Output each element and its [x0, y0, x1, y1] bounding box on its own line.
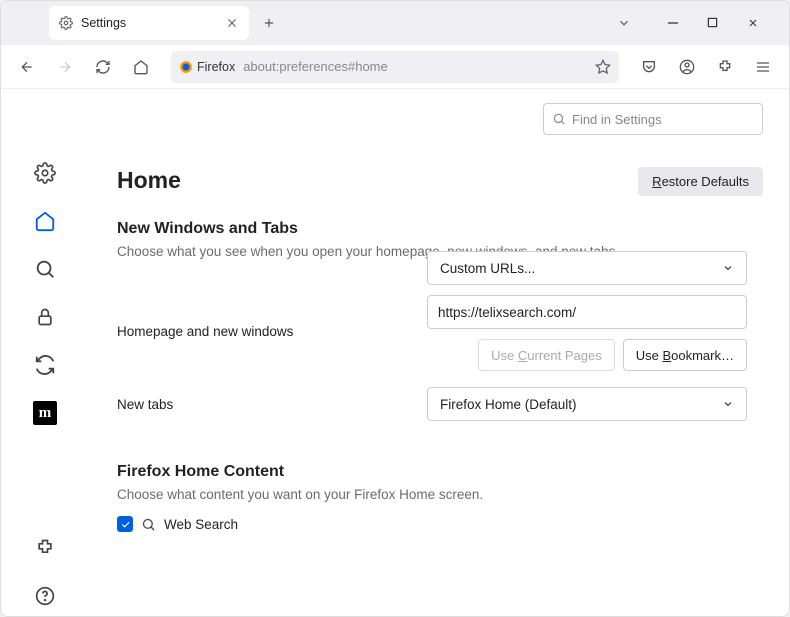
browser-tab[interactable]: Settings	[49, 6, 249, 40]
settings-sidebar: m	[1, 89, 89, 616]
section-home-content-desc: Choose what content you want on your Fir…	[117, 487, 763, 502]
sidebar-privacy[interactable]	[25, 297, 65, 337]
chevron-down-icon	[722, 398, 734, 410]
menu-button[interactable]	[747, 51, 779, 83]
maximize-button[interactable]	[707, 17, 727, 29]
home-button[interactable]	[125, 51, 157, 83]
back-button[interactable]	[11, 51, 43, 83]
gear-icon	[59, 16, 73, 30]
settings-main: Find in Settings Home Restore Defaults N…	[89, 89, 789, 616]
sidebar-extensions[interactable]	[25, 528, 65, 568]
url-text: about:preferences#home	[243, 59, 587, 74]
close-button[interactable]	[747, 17, 767, 29]
extensions-button[interactable]	[709, 51, 741, 83]
forward-button[interactable]	[49, 51, 81, 83]
firefox-logo-icon	[179, 60, 193, 74]
use-current-pages-button[interactable]: Use Current Pages	[478, 339, 615, 371]
section-home-content-title: Firefox Home Content	[117, 463, 763, 481]
titlebar: Settings	[1, 1, 789, 45]
app-window: Settings Firefox about:preferences#home	[0, 0, 790, 617]
url-bar[interactable]: Firefox about:preferences#home	[171, 51, 619, 83]
badge-text: Firefox	[197, 60, 235, 74]
tabs-dropdown[interactable]	[617, 16, 647, 30]
bookmark-star-icon[interactable]	[595, 59, 611, 75]
homepage-mode-select[interactable]: Custom URLs...	[427, 251, 747, 285]
chevron-down-icon	[722, 262, 734, 274]
sidebar-home[interactable]	[25, 201, 65, 241]
toolbar: Firefox about:preferences#home	[1, 45, 789, 89]
homepage-url-input[interactable]	[427, 295, 747, 329]
section-new-windows-title: New Windows and Tabs	[117, 220, 763, 238]
find-settings-input[interactable]: Find in Settings	[543, 103, 763, 135]
close-icon[interactable]	[225, 16, 239, 30]
sidebar-sync[interactable]	[25, 345, 65, 385]
new-tab-button[interactable]	[255, 9, 283, 37]
find-placeholder: Find in Settings	[572, 112, 662, 127]
homepage-mode-value: Custom URLs...	[440, 261, 535, 276]
tab-title: Settings	[81, 16, 217, 30]
newtabs-value: Firefox Home (Default)	[440, 397, 577, 412]
m-icon: m	[33, 401, 57, 425]
sidebar-search[interactable]	[25, 249, 65, 289]
account-button[interactable]	[671, 51, 703, 83]
search-icon	[552, 112, 566, 126]
newtabs-select[interactable]: Firefox Home (Default)	[427, 387, 747, 421]
web-search-label: Web Search	[164, 517, 238, 532]
restore-defaults-button[interactable]: Restore Defaults	[638, 167, 763, 196]
web-search-checkbox[interactable]	[117, 516, 133, 532]
window-controls	[667, 17, 783, 29]
use-bookmark-button[interactable]: Use Bookmark…	[623, 339, 747, 371]
search-icon	[141, 517, 156, 532]
check-icon	[120, 519, 131, 530]
reload-button[interactable]	[87, 51, 119, 83]
minimize-button[interactable]	[667, 17, 687, 29]
pocket-button[interactable]	[633, 51, 665, 83]
web-search-option[interactable]: Web Search	[117, 516, 763, 532]
content-area: m Find in Settings Home Restore Defaults…	[1, 89, 789, 616]
sidebar-more[interactable]: m	[25, 393, 65, 433]
sidebar-help[interactable]	[25, 576, 65, 616]
firefox-badge: Firefox	[179, 60, 235, 74]
newtabs-label: New tabs	[117, 397, 427, 412]
sidebar-general[interactable]	[25, 153, 65, 193]
homepage-label: Homepage and new windows	[117, 324, 427, 339]
